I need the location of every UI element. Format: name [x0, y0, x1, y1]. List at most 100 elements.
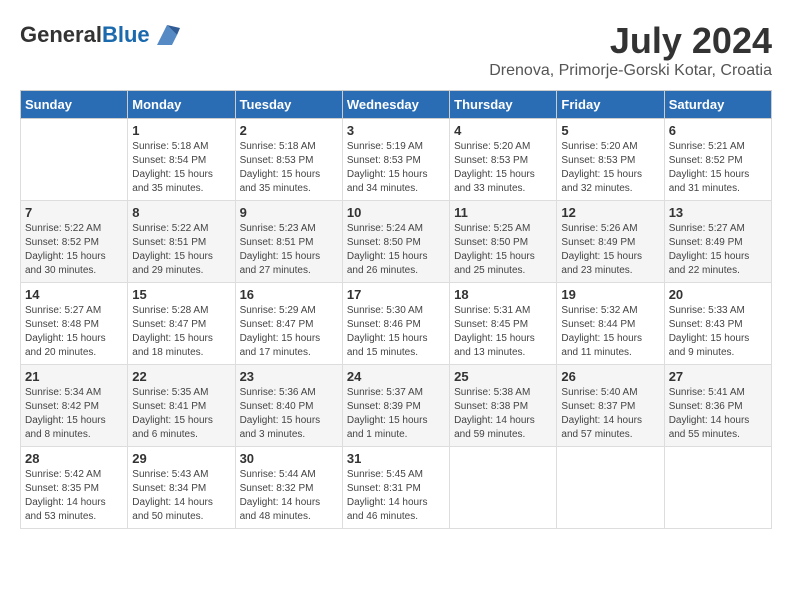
day-info: Sunrise: 5:34 AMSunset: 8:42 PMDaylight:…: [25, 386, 123, 442]
calendar-cell: 9 Sunrise: 5:23 AMSunset: 8:51 PMDaylight…: [235, 201, 342, 283]
calendar-week-row: 14 Sunrise: 5:27 AMSunset: 8:48 PMDayligh…: [21, 283, 772, 365]
calendar-cell: 10 Sunrise: 5:24 AMSunset: 8:50 PMDayligh…: [342, 201, 449, 283]
day-number: 31: [347, 451, 445, 466]
calendar-cell: 16 Sunrise: 5:29 AMSunset: 8:47 PMDayligh…: [235, 283, 342, 365]
calendar-cell: 11Sunrise: 5:25 AMSunset: 8:50 PMDayligh…: [450, 201, 557, 283]
day-info: Sunrise: 5:18 AMSunset: 8:54 PMDaylight:…: [132, 140, 230, 196]
calendar-cell: 18Sunrise: 5:31 AMSunset: 8:45 PMDayligh…: [450, 283, 557, 365]
day-number: 21: [25, 369, 123, 384]
day-info: Sunrise: 5:27 AMSunset: 8:48 PMDaylight:…: [25, 304, 123, 360]
day-number: 19: [561, 287, 659, 302]
logo: GeneralBlue: [20, 20, 182, 50]
calendar-cell: 15Sunrise: 5:28 AMSunset: 8:47 PMDayligh…: [128, 283, 235, 365]
day-number: 14: [25, 287, 123, 302]
calendar-cell: 22 Sunrise: 5:35 AMSunset: 8:41 PMDayligh…: [128, 365, 235, 447]
day-number: 29: [132, 451, 230, 466]
calendar-week-row: 7 Sunrise: 5:22 AMSunset: 8:52 PMDaylight…: [21, 201, 772, 283]
day-number: 20: [669, 287, 767, 302]
day-info: Sunrise: 5:19 AMSunset: 8:53 PMDaylight:…: [347, 140, 445, 196]
day-info: Sunrise: 5:22 AMSunset: 8:51 PMDaylight:…: [132, 222, 230, 278]
calendar-cell: 20 Sunrise: 5:33 AMSunset: 8:43 PMDayligh…: [664, 283, 771, 365]
logo-icon: [152, 20, 182, 50]
day-number: 13: [669, 205, 767, 220]
calendar-cell: 13Sunrise: 5:27 AMSunset: 8:49 PMDayligh…: [664, 201, 771, 283]
calendar-table: Sunday Monday Tuesday Wednesday Thursday…: [20, 90, 772, 529]
calendar-cell: 26Sunrise: 5:40 AMSunset: 8:37 PMDayligh…: [557, 365, 664, 447]
day-number: 8: [132, 205, 230, 220]
calendar-cell: 21 Sunrise: 5:34 AMSunset: 8:42 PMDayligh…: [21, 365, 128, 447]
calendar-cell: 14 Sunrise: 5:27 AMSunset: 8:48 PMDayligh…: [21, 283, 128, 365]
day-info: Sunrise: 5:30 AMSunset: 8:46 PMDaylight:…: [347, 304, 445, 360]
day-number: 27: [669, 369, 767, 384]
day-info: Sunrise: 5:24 AMSunset: 8:50 PMDaylight:…: [347, 222, 445, 278]
day-info: Sunrise: 5:20 AMSunset: 8:53 PMDaylight:…: [561, 140, 659, 196]
calendar-cell: 30Sunrise: 5:44 AMSunset: 8:32 PMDayligh…: [235, 447, 342, 529]
day-info: Sunrise: 5:22 AMSunset: 8:52 PMDaylight:…: [25, 222, 123, 278]
day-number: 26: [561, 369, 659, 384]
calendar-cell: 8 Sunrise: 5:22 AMSunset: 8:51 PMDaylight…: [128, 201, 235, 283]
day-info: Sunrise: 5:18 AMSunset: 8:53 PMDaylight:…: [240, 140, 338, 196]
title-section: July 2024 Drenova, Primorje-Gorski Kotar…: [489, 20, 772, 80]
day-number: 12: [561, 205, 659, 220]
calendar-cell: 2 Sunrise: 5:18 AMSunset: 8:53 PMDaylight…: [235, 119, 342, 201]
day-number: 23: [240, 369, 338, 384]
col-friday: Friday: [557, 91, 664, 119]
calendar-cell: 4Sunrise: 5:20 AMSunset: 8:53 PMDaylight…: [450, 119, 557, 201]
day-info: Sunrise: 5:36 AMSunset: 8:40 PMDaylight:…: [240, 386, 338, 442]
day-info: Sunrise: 5:29 AMSunset: 8:47 PMDaylight:…: [240, 304, 338, 360]
day-number: 10: [347, 205, 445, 220]
calendar-cell: 5 Sunrise: 5:20 AMSunset: 8:53 PMDaylight…: [557, 119, 664, 201]
header: GeneralBlue July 2024 Drenova, Primorje-…: [20, 20, 772, 80]
calendar-cell: 31 Sunrise: 5:45 AMSunset: 8:31 PMDayligh…: [342, 447, 449, 529]
day-number: 7: [25, 205, 123, 220]
day-number: 25: [454, 369, 552, 384]
day-number: 16: [240, 287, 338, 302]
day-number: 9: [240, 205, 338, 220]
calendar-cell: 23 Sunrise: 5:36 AMSunset: 8:40 PMDayligh…: [235, 365, 342, 447]
day-number: 5: [561, 123, 659, 138]
calendar-cell: 29Sunrise: 5:43 AMSunset: 8:34 PMDayligh…: [128, 447, 235, 529]
calendar-cell: 6 Sunrise: 5:21 AMSunset: 8:52 PMDaylight…: [664, 119, 771, 201]
calendar-cell: [557, 447, 664, 529]
col-tuesday: Tuesday: [235, 91, 342, 119]
calendar-cell: 7 Sunrise: 5:22 AMSunset: 8:52 PMDaylight…: [21, 201, 128, 283]
calendar-header-row: Sunday Monday Tuesday Wednesday Thursday…: [21, 91, 772, 119]
calendar-week-row: 1 Sunrise: 5:18 AMSunset: 8:54 PMDaylight…: [21, 119, 772, 201]
calendar-week-row: 21 Sunrise: 5:34 AMSunset: 8:42 PMDayligh…: [21, 365, 772, 447]
day-info: Sunrise: 5:23 AMSunset: 8:51 PMDaylight:…: [240, 222, 338, 278]
day-info: Sunrise: 5:35 AMSunset: 8:41 PMDaylight:…: [132, 386, 230, 442]
day-info: Sunrise: 5:38 AMSunset: 8:38 PMDaylight:…: [454, 386, 552, 442]
day-info: Sunrise: 5:26 AMSunset: 8:49 PMDaylight:…: [561, 222, 659, 278]
day-info: Sunrise: 5:28 AMSunset: 8:47 PMDaylight:…: [132, 304, 230, 360]
logo-blue-text: Blue: [102, 22, 150, 47]
day-number: 1: [132, 123, 230, 138]
day-number: 24: [347, 369, 445, 384]
day-number: 3: [347, 123, 445, 138]
day-info: Sunrise: 5:32 AMSunset: 8:44 PMDaylight:…: [561, 304, 659, 360]
day-info: Sunrise: 5:21 AMSunset: 8:52 PMDaylight:…: [669, 140, 767, 196]
col-wednesday: Wednesday: [342, 91, 449, 119]
day-number: 2: [240, 123, 338, 138]
calendar-week-row: 28 Sunrise: 5:42 AMSunset: 8:35 PMDayligh…: [21, 447, 772, 529]
day-info: Sunrise: 5:37 AMSunset: 8:39 PMDaylight:…: [347, 386, 445, 442]
day-info: Sunrise: 5:31 AMSunset: 8:45 PMDaylight:…: [454, 304, 552, 360]
col-sunday: Sunday: [21, 91, 128, 119]
calendar-cell: [664, 447, 771, 529]
day-info: Sunrise: 5:45 AMSunset: 8:31 PMDaylight:…: [347, 468, 445, 524]
day-info: Sunrise: 5:42 AMSunset: 8:35 PMDaylight:…: [25, 468, 123, 524]
calendar-cell: 19 Sunrise: 5:32 AMSunset: 8:44 PMDayligh…: [557, 283, 664, 365]
calendar-cell: 28 Sunrise: 5:42 AMSunset: 8:35 PMDayligh…: [21, 447, 128, 529]
calendar-cell: 24 Sunrise: 5:37 AMSunset: 8:39 PMDayligh…: [342, 365, 449, 447]
day-number: 22: [132, 369, 230, 384]
day-info: Sunrise: 5:41 AMSunset: 8:36 PMDaylight:…: [669, 386, 767, 442]
calendar-cell: 27 Sunrise: 5:41 AMSunset: 8:36 PMDayligh…: [664, 365, 771, 447]
day-number: 28: [25, 451, 123, 466]
day-info: Sunrise: 5:20 AMSunset: 8:53 PMDaylight:…: [454, 140, 552, 196]
logo-general-text: General: [20, 22, 102, 47]
location-subtitle: Drenova, Primorje-Gorski Kotar, Croatia: [489, 62, 772, 80]
calendar-cell: 25 Sunrise: 5:38 AMSunset: 8:38 PMDayligh…: [450, 365, 557, 447]
calendar-cell: [21, 119, 128, 201]
calendar-cell: [450, 447, 557, 529]
day-info: Sunrise: 5:33 AMSunset: 8:43 PMDaylight:…: [669, 304, 767, 360]
day-number: 6: [669, 123, 767, 138]
